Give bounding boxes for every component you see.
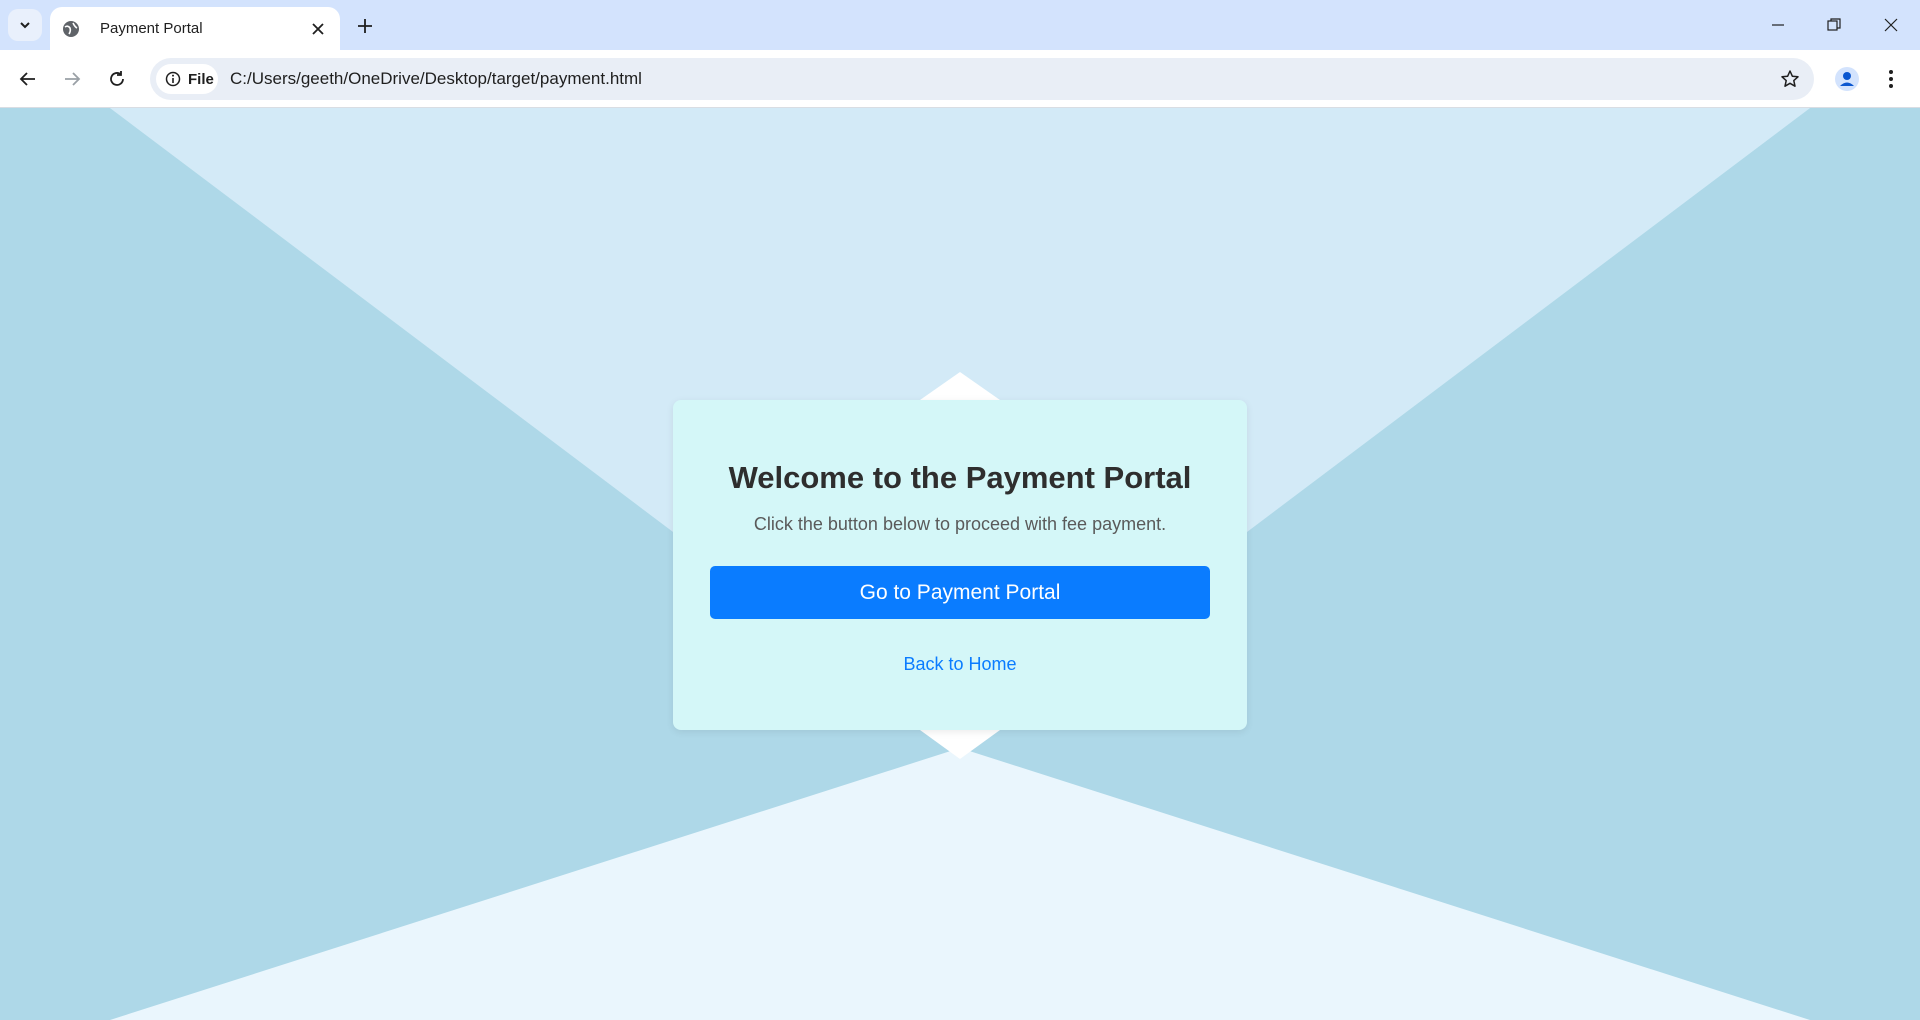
browser-menu-button[interactable] (1876, 64, 1906, 94)
minimize-icon (1772, 24, 1784, 26)
back-button[interactable] (13, 64, 43, 94)
page-description: Click the button below to proceed with f… (753, 514, 1167, 534)
page-viewport: Welcome to the Payment Portal Click the … (0, 108, 1920, 1020)
person-icon (1835, 67, 1859, 91)
globe-icon (62, 20, 80, 38)
restore-button[interactable] (1814, 10, 1854, 40)
back-to-home-link[interactable]: Back to Home (673, 654, 1247, 675)
tab-search-button[interactable] (8, 9, 42, 41)
info-icon (164, 70, 182, 88)
profile-button[interactable] (1832, 64, 1862, 94)
bookmark-button[interactable] (1778, 67, 1802, 91)
payment-card: Welcome to the Payment Portal Click the … (673, 400, 1247, 730)
window-close-button[interactable] (1871, 10, 1911, 40)
new-tab-button[interactable] (352, 13, 378, 39)
forward-button[interactable] (57, 64, 87, 94)
reload-icon (110, 71, 124, 86)
tab-strip: Payment Portal (0, 0, 1920, 50)
chevron-down-icon (20, 22, 30, 29)
active-tab[interactable]: Payment Portal (50, 7, 340, 50)
site-info-chip[interactable]: File (156, 64, 218, 94)
go-to-payment-portal-button[interactable]: Go to Payment Portal (710, 566, 1210, 619)
star-icon (1781, 70, 1799, 87)
close-icon (312, 23, 324, 35)
plus-icon (358, 19, 372, 33)
arrow-left-icon (19, 72, 35, 86)
tab-close-button[interactable] (308, 19, 328, 39)
close-icon (1884, 18, 1898, 32)
restore-icon (1827, 18, 1841, 31)
page-title: Welcome to the Payment Portal (728, 460, 1192, 495)
site-info-label: File (188, 70, 214, 88)
reload-button[interactable] (102, 64, 132, 94)
minimize-button[interactable] (1758, 10, 1798, 40)
url-text[interactable]: C:/Users/geeth/OneDrive/Desktop/target/p… (230, 69, 642, 89)
more-vertical-icon (1889, 70, 1893, 88)
tab-title: Payment Portal (100, 20, 203, 37)
arrow-right-icon (65, 72, 81, 86)
browser-toolbar: File C:/Users/geeth/OneDrive/Desktop/tar… (0, 50, 1920, 108)
address-bar[interactable]: File C:/Users/geeth/OneDrive/Desktop/tar… (150, 58, 1814, 100)
